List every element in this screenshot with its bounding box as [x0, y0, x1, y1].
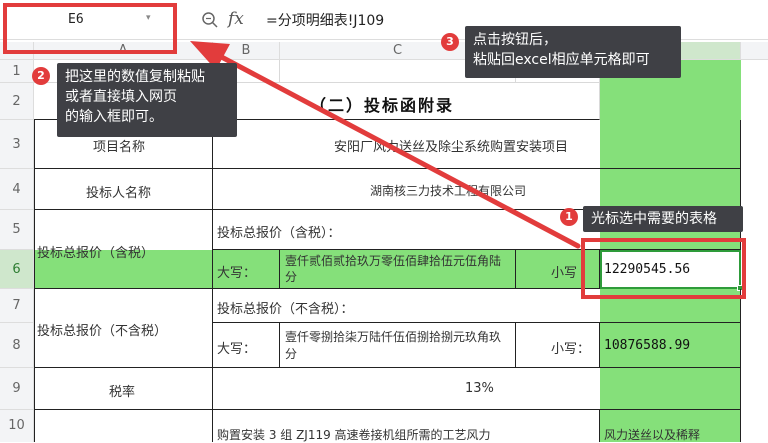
callout-2: 把这里的数值复制粘贴 或者直接填入网页 的输入框即可。: [57, 63, 237, 137]
callout-1-badge: 1: [560, 208, 578, 226]
callout-3-badge: 3: [441, 33, 459, 51]
callout-2-line2: 或者直接填入网页: [65, 89, 177, 105]
callout-2-line1: 把这里的数值复制粘贴: [65, 69, 205, 85]
callout-1: 光标选中需要的表格: [583, 206, 743, 232]
callout-1-text: 光标选中需要的表格: [591, 211, 717, 227]
callout-3-line1: 点击按钮后，: [473, 32, 557, 48]
callout-3: 点击按钮后， 粘贴回excel相应单元格即可: [465, 26, 681, 78]
callout-3-line2: 粘贴回excel相应单元格即可: [473, 52, 650, 68]
callout-2-badge: 2: [32, 67, 50, 85]
callout-2-line3: 的输入框即可。: [65, 109, 163, 125]
